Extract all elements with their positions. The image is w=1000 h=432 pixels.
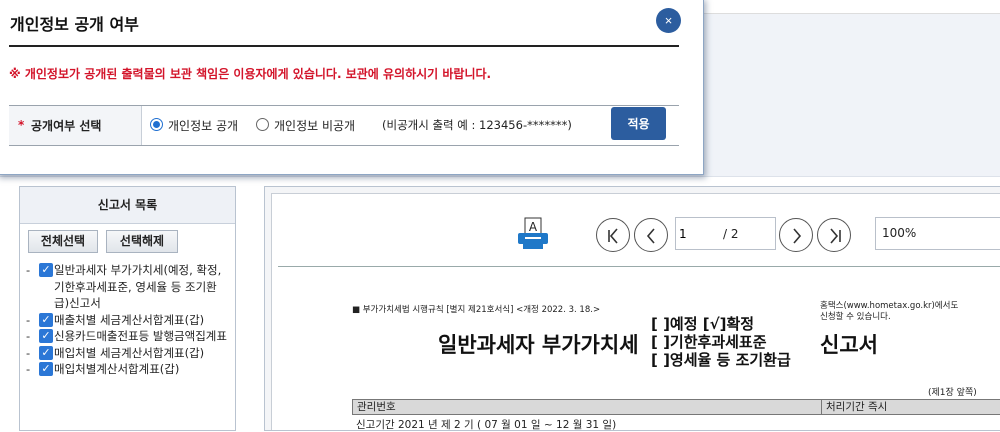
background-header-strip	[700, 0, 1000, 14]
printer-icon[interactable]: A	[515, 216, 551, 252]
last-page-button[interactable]	[817, 218, 851, 252]
checkbox[interactable]: ✓	[39, 329, 53, 343]
deselect-all-button[interactable]: 선택해제	[106, 230, 178, 253]
filing-type-options: [ ]예정 [√]확정 [ ]기한후과세표준 [ ]영세율 등 조기환급	[651, 315, 791, 369]
checkbox[interactable]: ✓	[39, 345, 53, 360]
select-all-button[interactable]: 전체선택	[28, 230, 98, 253]
next-page-icon	[793, 228, 802, 244]
zoom-select[interactable]: 100%	[875, 217, 1000, 250]
prev-page-icon	[646, 228, 655, 244]
law-reference: ■ 부가가치세법 시행규칙 [별지 제21호서식] <개정 2022. 3. 1…	[352, 305, 601, 315]
privacy-disclosure-dialog: 개인정보 공개 여부 × ※ 개인정보가 공개된 출력물의 보관 책임은 이용자…	[0, 0, 704, 175]
disclosure-form-row: * 공개여부 선택 개인정보 공개 개인정보 비공개 (비공개시 출력 예 : …	[9, 105, 679, 146]
report-list-title: 신고서 목록	[20, 187, 235, 224]
tree-dash: -	[26, 345, 31, 360]
radio-public-label[interactable]: 개인정보 공개	[168, 117, 238, 134]
page-total: / 2	[723, 227, 739, 241]
list-item: - ✓ 일반과세자 부가가치세(예정, 확정, 기한후과세표준, 영세율 등 조…	[26, 262, 231, 312]
prev-page-button[interactable]	[634, 218, 668, 252]
radio-private[interactable]	[256, 118, 269, 131]
first-page-icon	[608, 228, 618, 244]
list-item: - ✓ 매입처별 세금계산서합계표(갑)	[26, 345, 231, 362]
title-divider	[9, 45, 679, 47]
document-title: 일반과세자 부가가치세	[438, 333, 639, 357]
filing-option: [ ]영세율 등 조기환급	[651, 351, 791, 369]
list-item: - ✓ 신용카드매출전표등 발행금액집계표	[26, 328, 231, 345]
checkbox[interactable]: ✓	[39, 263, 53, 277]
last-page-icon	[830, 228, 841, 244]
radio-private-label[interactable]: 개인정보 비공개	[274, 117, 355, 134]
page-indicator: / 2	[675, 217, 776, 250]
apply-button[interactable]: 적용	[611, 107, 666, 140]
first-page-button[interactable]	[596, 218, 630, 252]
warning-message: ※ 개인정보가 공개된 출력물의 보관 책임은 이용자에게 있습니다. 보관에 …	[9, 67, 492, 81]
list-item-label: 신용카드매출전표등 발행금액집계표	[54, 329, 227, 343]
page-number-input[interactable]	[679, 227, 719, 241]
list-item-label: 매입처별계산서합계표(갑)	[54, 362, 180, 376]
next-page-button[interactable]	[779, 218, 813, 252]
background-separator	[0, 176, 1000, 177]
checkbox[interactable]: ✓	[39, 362, 53, 376]
private-example-note: (비공개시 출력 예 : 123456-*******)	[382, 118, 572, 132]
filing-option: [ ]기한후과세표준	[651, 333, 767, 351]
tree-dash: -	[26, 263, 31, 277]
report-list-panel: 신고서 목록 전체선택 선택해제 - ✓ 일반과세자 부가가치세(예정, 확정,…	[19, 186, 236, 431]
list-item-label: 매입처별 세금계산서합계표(갑)	[54, 345, 205, 360]
radio-public[interactable]	[150, 118, 163, 131]
printer-letter: A	[529, 220, 538, 234]
checkbox[interactable]: ✓	[39, 312, 53, 327]
hometax-note: 홈택스(www.hometax.go.kr)에서도 신청할 수 있습니다.	[820, 301, 1000, 323]
document-page: ■ 부가가치세법 시행규칙 [별지 제21호서식] <개정 2022. 3. 1…	[278, 266, 1000, 431]
viewer-frame: A / 2	[271, 193, 1000, 431]
list-item-label: 매출처별 세금계산서합계표(갑)	[54, 312, 205, 327]
report-list: - ✓ 일반과세자 부가가치세(예정, 확정, 기한후과세표준, 영세율 등 조…	[26, 262, 231, 378]
filing-period: 신고기간 2021 년 제 2 기 ( 07 월 01 일 ~ 12 월 31 …	[356, 419, 617, 431]
list-item: - ✓ 매입처별계산서합계표(갑)	[26, 361, 231, 378]
hometax-note-line: 신청할 수 있습니다.	[820, 312, 891, 322]
list-item: - ✓ 매출처별 세금계산서합계표(갑)	[26, 312, 231, 329]
tree-dash: -	[26, 329, 31, 343]
required-asterisk: *	[18, 118, 25, 132]
field-label-cell: * 공개여부 선택	[9, 106, 142, 145]
list-item-label: 일반과세자 부가가치세(예정, 확정, 기한후과세표준, 영세율 등 조기환급)…	[54, 263, 222, 310]
close-icon[interactable]: ×	[656, 8, 681, 33]
management-number-label: 관리번호	[357, 401, 396, 413]
hometax-note-line: 홈택스(www.hometax.go.kr)에서도	[820, 301, 959, 311]
document-title-suffix: 신고서	[820, 333, 878, 357]
document-viewer: A / 2	[264, 186, 1000, 431]
processing-period: 처리기간 즉시	[821, 400, 887, 414]
management-row: 관리번호 처리기간 즉시	[352, 399, 1000, 415]
filing-option: [ ]예정 [√]확정	[651, 315, 755, 333]
page-note: (제1장 앞쪽)	[928, 388, 977, 398]
tree-dash: -	[26, 312, 31, 327]
dialog-title: 개인정보 공개 여부	[10, 15, 139, 34]
tree-dash: -	[26, 362, 31, 376]
field-label: 공개여부 선택	[31, 119, 102, 133]
